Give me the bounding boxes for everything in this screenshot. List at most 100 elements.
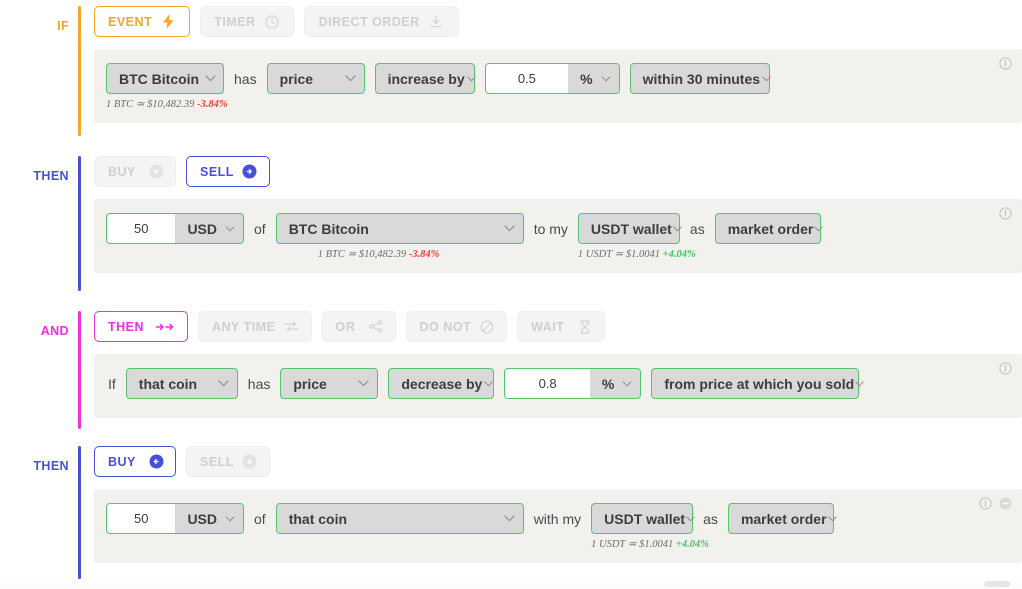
coin-price-hint-if: 1 BTC ≃ $10,482.39 -3.84% xyxy=(106,98,228,110)
block-label-and: AND xyxy=(40,324,69,338)
order-type-select-sell[interactable]: market order xyxy=(714,213,823,244)
chevron-down-icon xyxy=(466,75,476,82)
coin-price-hint-if-change: -3.84% xyxy=(197,99,228,110)
tab-do-not[interactable]: DO NOT xyxy=(405,311,508,342)
arrow-left-circle-icon xyxy=(148,454,164,470)
lightning-icon xyxy=(160,14,176,30)
wallet-select-buy[interactable]: USDT wallet xyxy=(591,503,695,534)
reference-select-and-value: from price at which you sold xyxy=(664,375,855,392)
block-body-then-sell: BUY SELL 50 USD of BTC Bitcoin 1 BTC ≃ $… xyxy=(82,150,1022,305)
amount-combo-if: % xyxy=(484,63,620,94)
metric-select-and-value: price xyxy=(293,375,327,392)
order-type-select-buy[interactable]: market order xyxy=(727,503,837,534)
tab-direct-order[interactable]: DIRECT ORDER xyxy=(303,6,459,37)
arrow-right-circle-icon xyxy=(242,454,258,470)
wallet-select-sell[interactable]: USDT wallet xyxy=(577,213,682,244)
currency-select-buy-value: USD xyxy=(187,510,217,527)
tab-sell-active[interactable]: SELL xyxy=(186,156,270,187)
block-label-then-sell: THEN xyxy=(33,169,69,183)
scroll-indicator[interactable] xyxy=(984,581,1010,587)
chevron-down-icon xyxy=(504,225,515,232)
arrow-right-circle-icon xyxy=(242,164,258,180)
clock-icon xyxy=(264,14,280,30)
tab-then-active[interactable]: THEN xyxy=(94,311,188,342)
direction-select-and[interactable]: decrease by xyxy=(388,368,495,399)
tab-sell-disabled[interactable]: SELL xyxy=(186,446,270,477)
amount-input-sell[interactable] xyxy=(107,214,176,243)
info-icon[interactable] xyxy=(999,207,1012,220)
amount-input-and[interactable] xyxy=(505,369,590,398)
field-direction-and: decrease by xyxy=(388,368,495,399)
timeframe-select-if[interactable]: within 30 minutes xyxy=(629,63,771,94)
metric-select-and[interactable]: price xyxy=(280,368,379,399)
chevron-down-icon xyxy=(673,225,682,232)
tab-wait[interactable]: WAIT xyxy=(517,311,606,342)
timeframe-select-if-value: within 30 minutes xyxy=(642,70,761,87)
tab-or-label: OR xyxy=(335,319,356,334)
block-rail-and xyxy=(78,311,81,429)
amount-unit-select-if[interactable]: % xyxy=(568,64,619,93)
condition-type-tabs: THEN ANY TIME OR DO NOT WAIT xyxy=(94,311,1022,342)
tab-or[interactable]: OR xyxy=(321,311,396,342)
currency-select-buy[interactable]: USD xyxy=(175,504,243,533)
tab-wait-label: WAIT xyxy=(531,319,565,334)
amount-unit-if-value: % xyxy=(580,70,593,87)
hourglass-icon xyxy=(577,319,593,335)
field-amount-and: % xyxy=(504,368,642,399)
tab-event[interactable]: EVENT xyxy=(94,6,191,37)
block-gutter-then-sell: THEN xyxy=(0,150,78,305)
wallet-price-hint-buy: 1 USDT ≃ $1.0041 +4.04% xyxy=(591,538,709,550)
field-metric-and: price xyxy=(280,368,379,399)
wallet-price-hint-sell: 1 USDT ≃ $1.0041 +4.04% xyxy=(578,248,696,260)
tab-any-time[interactable]: ANY TIME xyxy=(198,311,312,342)
wallet-price-hint-sell-change: +4.04% xyxy=(662,249,696,260)
coin-price-hint-sell-change: -3.84% xyxy=(408,249,440,260)
tab-buy-active[interactable]: BUY xyxy=(94,446,176,477)
action-type-tabs-sell: BUY SELL xyxy=(94,156,1022,187)
info-icon[interactable] xyxy=(999,362,1012,375)
wallet-price-hint-buy-change: +4.04% xyxy=(675,539,709,550)
tab-timer[interactable]: TIMER xyxy=(200,6,294,37)
conj-has-and: has xyxy=(247,375,271,392)
coin-select-buy[interactable]: that coin xyxy=(275,503,524,534)
field-coin-if: BTC Bitcoin 1 BTC ≃ $10,482.39 -3.84% xyxy=(106,63,228,110)
tab-any-time-label: ANY TIME xyxy=(212,319,276,334)
conj-of-buy: of xyxy=(254,510,266,527)
tab-do-not-label: DO NOT xyxy=(419,319,472,334)
currency-select-sell-value: USD xyxy=(187,220,217,237)
info-icon[interactable] xyxy=(979,497,992,510)
order-type-select-sell-value: market order xyxy=(727,220,814,237)
rule-block-then-buy: THEN BUY SELL 50 USD of that coin with m… xyxy=(0,440,1022,585)
field-coin-sell: BTC Bitcoin 1 BTC ≃ $10,482.39 -3.84% xyxy=(275,213,524,260)
field-timeframe-if: within 30 minutes xyxy=(629,63,771,94)
field-order-type-buy: market order xyxy=(727,503,837,534)
reference-select-and[interactable]: from price at which you sold xyxy=(651,368,864,399)
tab-buy-disabled[interactable]: BUY xyxy=(94,156,176,187)
currency-select-sell[interactable]: USD xyxy=(175,214,243,243)
wallet-select-buy-value: USDT wallet xyxy=(604,510,686,527)
coin-select-if[interactable]: BTC Bitcoin xyxy=(106,63,224,94)
chevron-down-icon xyxy=(504,515,515,522)
and-condition-panel: If that coin has price decrease by 0.8 %… xyxy=(94,354,1022,418)
block-gutter-if: IF xyxy=(0,0,78,150)
direction-select-if[interactable]: increase by xyxy=(374,63,476,94)
info-icon[interactable] xyxy=(999,57,1012,70)
field-wallet-buy: USDT wallet 1 USDT ≃ $1.0041 +4.04% xyxy=(591,503,709,550)
coin-select-and[interactable]: that coin xyxy=(125,368,238,399)
metric-select-if[interactable]: price xyxy=(266,63,365,94)
tab-direct-order-label: DIRECT ORDER xyxy=(318,14,420,29)
arrow-left-circle-icon xyxy=(148,164,164,180)
coin-select-sell[interactable]: BTC Bitcoin xyxy=(275,213,524,244)
amount-unit-select-and[interactable]: % xyxy=(589,369,641,398)
rule-block-if: IF EVENT TIMER DIRECT ORDER BTC Bitcoin … xyxy=(0,0,1022,150)
rule-block-and: AND THEN ANY TIME OR DO NOT WAIT If that… xyxy=(0,305,1022,440)
conj-if-and: If xyxy=(108,375,116,392)
panel-corner-icons-if xyxy=(999,57,1012,70)
minus-circle-icon[interactable] xyxy=(999,497,1012,510)
wallet-price-hint-buy-text: 1 USDT ≃ $1.0041 xyxy=(591,539,676,550)
field-order-type-sell: market order xyxy=(714,213,823,244)
field-amount-buy: USD xyxy=(106,503,244,534)
field-metric-if: price xyxy=(266,63,365,94)
amount-input-if[interactable] xyxy=(485,64,569,93)
amount-input-buy[interactable] xyxy=(107,504,176,533)
